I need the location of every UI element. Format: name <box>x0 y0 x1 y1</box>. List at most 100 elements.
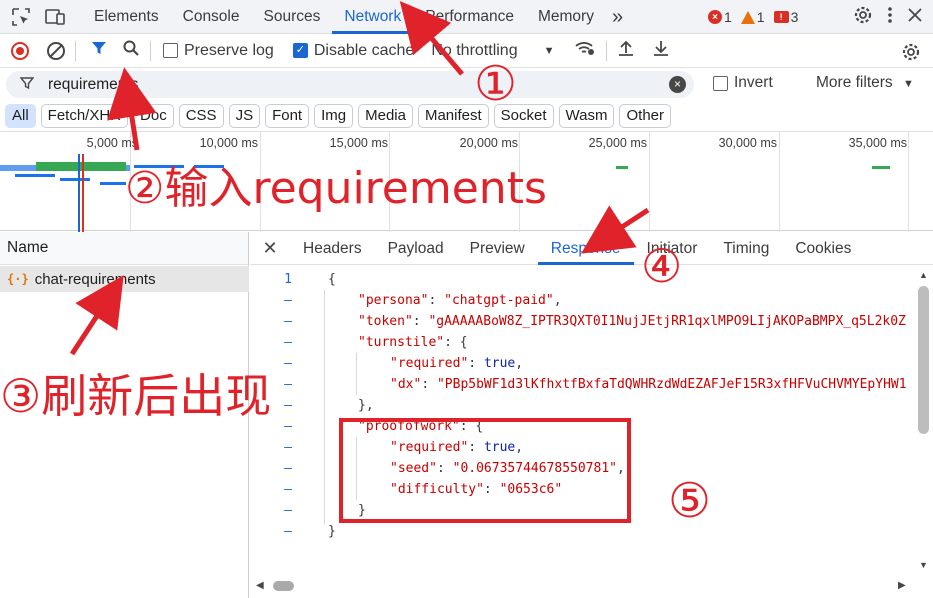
tick-label: 5,000 ms <box>86 136 138 150</box>
clear-filter-icon[interactable]: × <box>669 76 686 93</box>
json-icon: {·} <box>7 272 29 286</box>
chip-font[interactable]: Font <box>265 104 310 128</box>
chevron-down-icon: ▼ <box>902 78 914 90</box>
more-options-icon[interactable] <box>887 6 893 28</box>
horizontal-scrollbar[interactable] <box>273 581 294 591</box>
record-button[interactable] <box>11 41 29 60</box>
invert-label: Invert <box>734 74 773 91</box>
errors-badge[interactable]: × 1 <box>708 9 732 25</box>
device-toolbar-icon[interactable] <box>45 6 67 28</box>
close-devtools-icon[interactable] <box>907 7 923 27</box>
close-detail-icon[interactable]: ✕ <box>250 238 290 259</box>
timeline-bar <box>616 166 628 169</box>
code-line: – } <box>284 524 336 539</box>
detail-tabbar: ✕ Headers Payload Preview Response Initi… <box>250 232 933 265</box>
chip-media[interactable]: Media <box>358 104 413 128</box>
annotation-1: ① <box>474 56 518 112</box>
disable-cache-label: Disable cache <box>313 41 415 59</box>
code-line: – }, <box>284 398 374 413</box>
tab-preview[interactable]: Preview <box>457 232 538 265</box>
more-filters-label: More filters <box>816 74 893 91</box>
toolbar-divider <box>150 40 151 61</box>
export-har-icon[interactable] <box>652 39 670 62</box>
chip-doc[interactable]: Doc <box>133 104 174 128</box>
invert-checkbox[interactable]: Invert <box>713 74 773 92</box>
tick-label: 15,000 ms <box>329 136 388 150</box>
scroll-right-icon[interactable]: ▶ <box>898 580 906 591</box>
resource-type-filters: All Fetch/XHR Doc CSS JS Font Img Media … <box>5 104 671 128</box>
chip-wasm[interactable]: Wasm <box>558 104 615 128</box>
issue-icon: ! <box>773 11 789 23</box>
line-number: 1 <box>284 272 292 287</box>
tab-sources[interactable]: Sources <box>252 0 333 34</box>
highlight-box <box>339 418 631 523</box>
filter-value[interactable]: requirements <box>48 76 138 94</box>
tick-label: 20,000 ms <box>459 136 518 150</box>
code-line: – "dx": "PBp5bWF1d3lKfhxtfBxfaTdQWHRzdWd… <box>284 377 907 392</box>
annotation-3: ③刷新后出现 <box>0 369 272 423</box>
tab-memory[interactable]: Memory <box>526 0 606 34</box>
tick-label: 35,000 ms <box>848 136 907 150</box>
filter-funnel-icon[interactable] <box>90 39 108 62</box>
timeline-bar <box>872 166 890 169</box>
settings-icon[interactable] <box>853 5 873 29</box>
search-icon[interactable] <box>122 39 140 62</box>
tab-response[interactable]: Response <box>537 232 634 265</box>
tab-performance[interactable]: Performance <box>413 0 526 34</box>
tab-elements[interactable]: Elements <box>82 0 171 34</box>
import-har-icon[interactable] <box>617 39 635 62</box>
scroll-left-icon[interactable]: ◀ <box>256 580 264 591</box>
toolbar-divider <box>606 40 608 61</box>
code-line: – "persona": "chatgpt-paid", <box>284 293 562 308</box>
vertical-scrollbar[interactable] <box>918 286 929 434</box>
more-filters-dropdown[interactable]: More filters ▼ <box>816 74 914 92</box>
tab-payload[interactable]: Payload <box>375 232 457 265</box>
chip-other[interactable]: Other <box>619 104 671 128</box>
issues-count: 3 <box>790 9 799 25</box>
chip-img[interactable]: Img <box>314 104 354 128</box>
chip-css[interactable]: CSS <box>178 104 224 128</box>
clear-button[interactable] <box>47 41 65 60</box>
tick-label: 30,000 ms <box>718 136 777 150</box>
request-row[interactable]: {·} chat-requirements <box>0 266 249 292</box>
disable-cache-box[interactable]: ✓ <box>292 43 308 58</box>
chip-fetch-xhr[interactable]: Fetch/XHR <box>40 104 129 128</box>
horizontal-scrollbar-track[interactable] <box>250 578 933 598</box>
annotation-5: ⑤ <box>668 473 712 529</box>
more-tabs-icon[interactable]: » <box>606 0 629 34</box>
warnings-badge[interactable]: 1 <box>740 9 765 25</box>
turnstile-required-value: true <box>483 356 516 371</box>
filter-input[interactable]: requirements × <box>6 71 694 98</box>
preserve-log-label: Preserve log <box>184 41 274 59</box>
annotation-4: ④ <box>641 239 683 293</box>
persona-value: chatgpt-paid <box>451 293 546 308</box>
timeline-bar <box>60 178 90 181</box>
scroll-down-icon[interactable]: ▼ <box>919 560 928 570</box>
preserve-log-box[interactable] <box>163 43 178 58</box>
network-conditions-icon[interactable] <box>574 39 596 62</box>
network-settings-icon[interactable] <box>901 42 921 67</box>
tick-label: 10,000 ms <box>199 136 258 150</box>
code-line: – "turnstile": { <box>284 335 468 350</box>
tab-console[interactable]: Console <box>171 0 252 34</box>
preserve-log-checkbox[interactable]: Preserve log <box>163 42 274 60</box>
chip-js[interactable]: JS <box>228 104 261 128</box>
scroll-up-icon[interactable]: ▲ <box>919 270 928 280</box>
invert-box[interactable] <box>713 75 728 91</box>
token-value: gAAAAABoW8Z_IPTR3QXT0I1NujJEtjRR1qxlMPO9… <box>436 314 906 329</box>
filter-icon <box>19 76 35 93</box>
name-column-header[interactable]: Name <box>0 232 248 265</box>
inspect-element-icon[interactable] <box>10 6 32 28</box>
tab-timing[interactable]: Timing <box>710 232 782 265</box>
error-icon: × <box>708 10 722 24</box>
chevron-down-icon: ▼ <box>543 44 555 57</box>
tick-label: 25,000 ms <box>588 136 647 150</box>
tab-headers[interactable]: Headers <box>290 232 375 265</box>
chip-all[interactable]: All <box>5 104 36 128</box>
disable-cache-checkbox[interactable]: ✓ Disable cache <box>292 41 415 60</box>
load-marker <box>82 154 84 232</box>
tab-network[interactable]: Network <box>332 0 414 34</box>
devtools-tabbar: Elements Console Sources Network Perform… <box>0 0 933 34</box>
tab-cookies[interactable]: Cookies <box>782 232 864 265</box>
issues-badge[interactable]: ! 3 <box>773 9 799 25</box>
